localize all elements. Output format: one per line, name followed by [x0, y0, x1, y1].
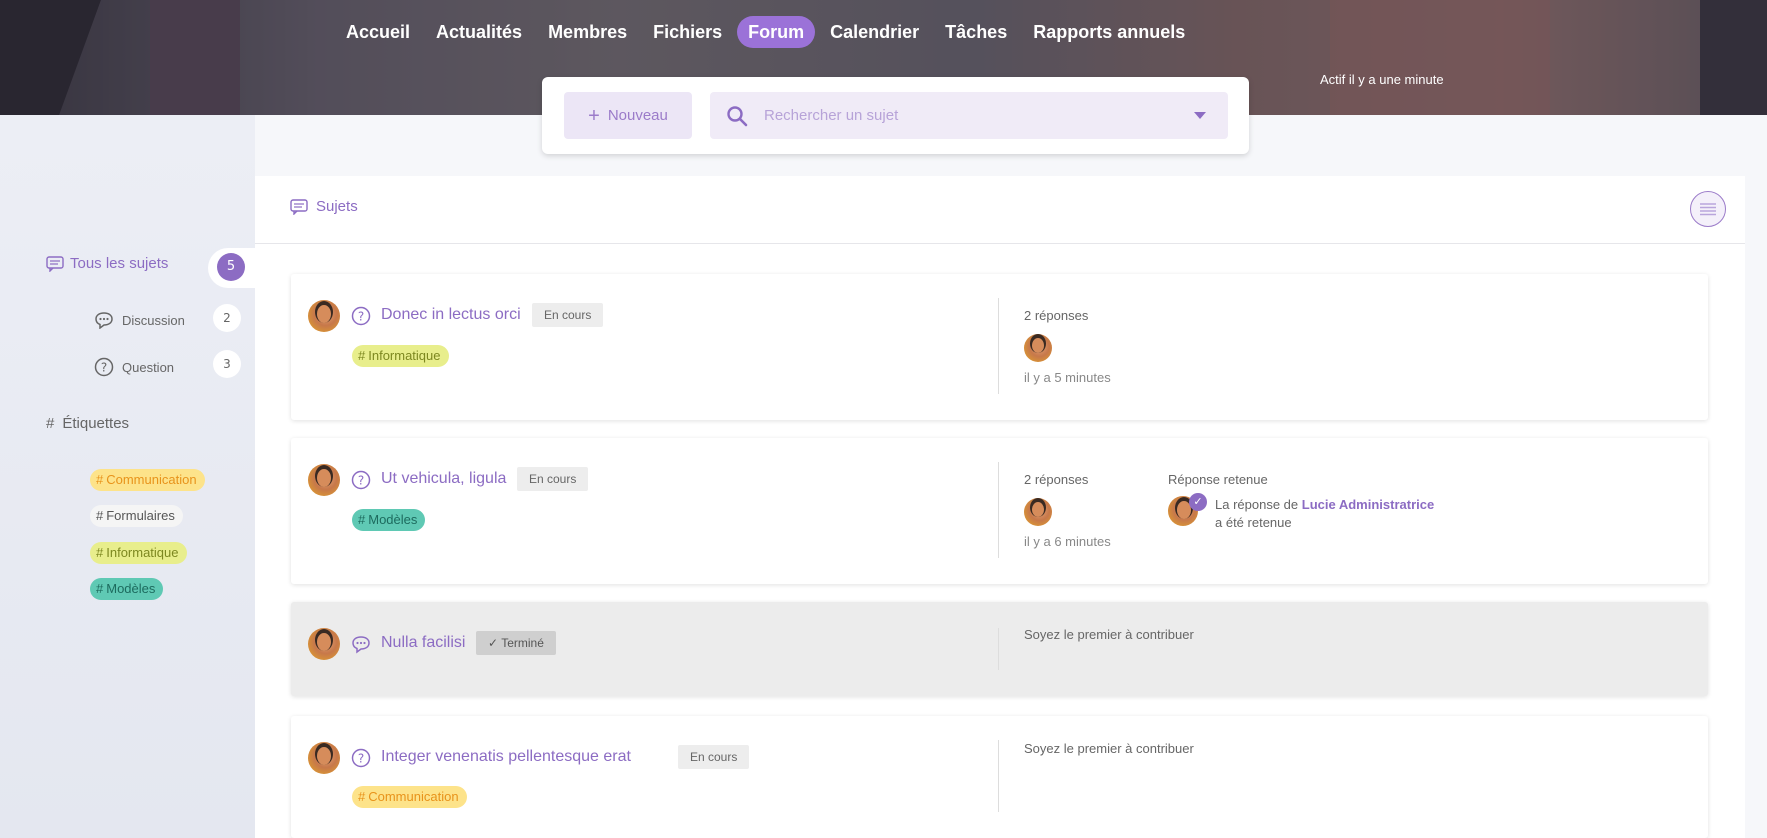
question-count: 3	[213, 350, 241, 378]
accepted-answer-title: Réponse retenue	[1168, 472, 1268, 487]
discussion-icon	[95, 312, 113, 329]
sidebar-item-label: Tous les sujets	[70, 255, 169, 272]
activity-status: Actif il y a une minute	[1320, 72, 1444, 87]
nav-item-calendrier[interactable]: Calendrier	[819, 16, 930, 48]
status-badge: En cours	[532, 303, 604, 327]
nav-item-accueil[interactable]: Accueil	[335, 16, 421, 48]
avatar[interactable]	[1024, 334, 1052, 362]
divider	[998, 298, 999, 394]
page-title: Sujets	[290, 198, 358, 215]
plus-icon: +	[588, 104, 600, 127]
empty-state: Soyez le premier à contribuer	[1024, 741, 1194, 756]
topic-card[interactable]: ? Ut vehicula, ligula En cours # Modèles …	[291, 438, 1708, 584]
last-activity: il y a 6 minutes	[1024, 534, 1111, 549]
svg-text:?: ?	[358, 474, 364, 488]
accepted-answer-text: La réponse de Lucie Administratrice a ét…	[1215, 497, 1435, 530]
question-icon: ?	[351, 748, 371, 768]
sidebar-item-label: Question	[122, 359, 175, 375]
topic-title[interactable]: Donec in lectus orci	[381, 306, 521, 324]
check-icon: ✓	[1189, 493, 1207, 511]
tags-heading: # Étiquettes	[46, 415, 130, 432]
nav-item-rapports-annuels[interactable]: Rapports annuels	[1022, 16, 1196, 48]
new-topic-label: Nouveau	[607, 107, 668, 124]
sidebar: Tous les sujets 5 Discussion 2 ? Questio…	[0, 115, 255, 838]
search-icon	[727, 105, 748, 126]
main-nav: Accueil Actualités Membres Fichiers Foru…	[335, 16, 1200, 48]
accepted-author-link[interactable]: Lucie Administratrice	[1302, 497, 1434, 512]
question-icon: ?	[94, 357, 114, 377]
check-icon: ✓	[488, 636, 499, 650]
svg-text:?: ?	[358, 752, 364, 766]
topic-tag[interactable]: # Modèles	[352, 509, 426, 531]
last-activity: il y a 5 minutes	[1024, 370, 1111, 385]
sidebar-item-question[interactable]: ? Question	[94, 357, 174, 377]
topic-tag[interactable]: # Communication	[352, 786, 467, 808]
replies-count: 2 réponses	[1024, 308, 1089, 323]
all-topics-count: 5	[217, 253, 245, 281]
avatar[interactable]	[308, 628, 340, 660]
status-badge: En cours	[678, 745, 750, 769]
avatar[interactable]	[308, 742, 340, 774]
nav-item-membres[interactable]: Membres	[537, 16, 638, 48]
sidebar-tag-communication[interactable]: # Communication	[90, 469, 205, 491]
divider	[998, 740, 999, 812]
avatar[interactable]	[1024, 498, 1052, 526]
hash-icon: #	[46, 415, 55, 432]
search-input[interactable]	[764, 107, 1164, 124]
topic-card[interactable]: ? Integer venenatis pellentesque erat En…	[291, 716, 1708, 838]
svg-text:?: ?	[101, 361, 107, 375]
sidebar-item-all-topics[interactable]: Tous les sujets	[46, 255, 168, 272]
topic-card[interactable]: ? Donec in lectus orci En cours # Informa…	[291, 274, 1708, 420]
forum-toolbar: + Nouveau	[542, 77, 1249, 154]
sidebar-item-discussion[interactable]: Discussion	[94, 311, 185, 329]
divider	[998, 628, 999, 670]
avatar[interactable]	[308, 464, 340, 496]
nav-item-actualites[interactable]: Actualités	[425, 16, 533, 48]
avatar[interactable]	[308, 300, 340, 332]
topics-icon	[46, 255, 64, 272]
topic-title[interactable]: Integer venenatis pellentesque erat	[381, 748, 631, 766]
status-badge: ✓ Terminé	[476, 631, 556, 655]
view-toggle-button[interactable]	[1690, 191, 1726, 227]
nav-item-taches[interactable]: Tâches	[934, 16, 1018, 48]
status-badge: En cours	[517, 467, 589, 491]
sidebar-tag-modeles[interactable]: # Modèles	[90, 578, 164, 600]
discussion-count: 2	[213, 304, 241, 332]
svg-text:?: ?	[358, 310, 364, 324]
topic-card[interactable]: Nulla facilisi ✓ Terminé Soyez le premie…	[291, 602, 1708, 696]
nav-item-fichiers[interactable]: Fichiers	[642, 16, 733, 48]
sidebar-tag-informatique[interactable]: # Informatique	[90, 542, 187, 564]
question-icon: ?	[351, 306, 371, 326]
discussion-icon	[352, 636, 370, 654]
topics-icon	[290, 198, 308, 215]
topics-header: Sujets	[255, 176, 1745, 244]
topic-search	[710, 92, 1228, 139]
empty-state: Soyez le premier à contribuer	[1024, 627, 1194, 642]
topic-title[interactable]: Ut vehicula, ligula	[381, 470, 506, 488]
topic-title[interactable]: Nulla facilisi	[381, 634, 465, 652]
divider	[998, 462, 999, 558]
topic-tag[interactable]: # Informatique	[352, 345, 449, 367]
sidebar-tag-formulaires[interactable]: # Formulaires	[90, 505, 183, 527]
replies-count: 2 réponses	[1024, 472, 1089, 487]
list-view-icon	[1700, 203, 1716, 216]
question-icon: ?	[351, 470, 371, 490]
caret-down-icon[interactable]	[1194, 112, 1206, 119]
new-topic-button[interactable]: + Nouveau	[564, 92, 692, 139]
nav-item-forum[interactable]: Forum	[737, 16, 816, 48]
sidebar-item-label: Discussion	[122, 312, 185, 328]
